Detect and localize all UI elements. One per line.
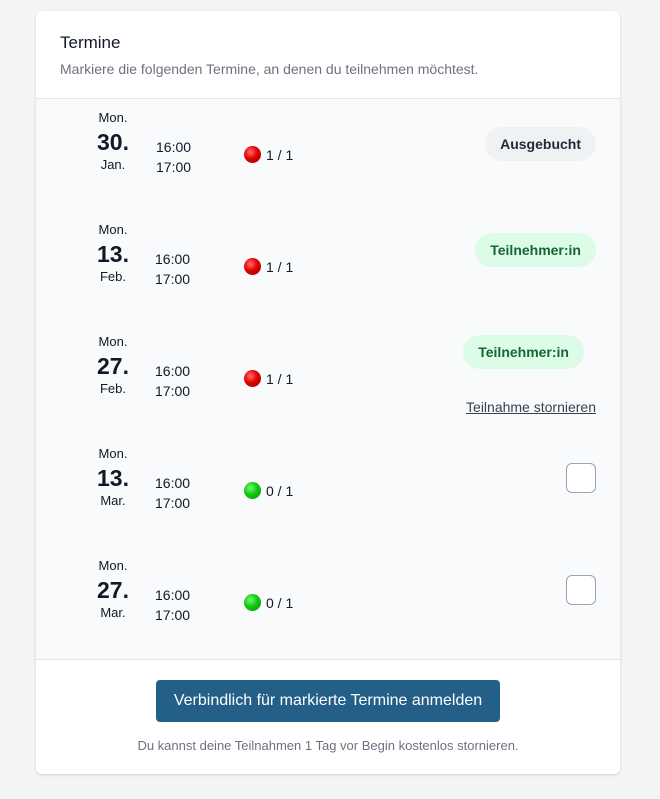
- full-status-dot-icon: [244, 146, 261, 163]
- slot-count-text: 1 / 1: [266, 258, 294, 275]
- appointment-date: Mon. 27. Mar.: [83, 559, 143, 620]
- month: Feb.: [99, 381, 126, 396]
- start-time: 16:00: [155, 475, 191, 491]
- card-title: Termine: [60, 33, 121, 52]
- appointment-time: 16:00 17:00: [155, 249, 190, 289]
- slot-count: 1 / 1: [244, 146, 293, 163]
- appointment-row: Mon. 27. Mar. 16:00 17:00 0 / 1: [36, 547, 620, 659]
- appointment-date: Mon. 27. Feb.: [83, 335, 143, 396]
- weekday: Mon.: [98, 558, 128, 573]
- weekday: Mon.: [98, 110, 128, 125]
- slot-count-text: 1 / 1: [266, 146, 294, 163]
- start-time: 16:00: [155, 363, 191, 379]
- slot-count-text: 0 / 1: [266, 594, 294, 611]
- appointment-date: Mon. 13. Feb.: [83, 223, 143, 284]
- card-subtitle: Markiere die folgenden Termine, an denen…: [60, 61, 479, 77]
- available-status-dot-icon: [244, 482, 261, 499]
- card-header: Termine Markiere die folgenden Termine, …: [36, 11, 620, 99]
- card-footer: Verbindlich für markierte Termine anmeld…: [36, 660, 620, 753]
- weekday: Mon.: [98, 334, 128, 349]
- slot-count: 0 / 1: [244, 594, 293, 611]
- appointment-row: Mon. 13. Feb. 16:00 17:00 1 / 1 Teilnehm…: [36, 211, 620, 323]
- month: Feb.: [99, 269, 126, 284]
- appointment-row: Mon. 30. Jan. 16:00 17:00 1 / 1 Ausgebuc…: [36, 99, 620, 211]
- day-number: 27.: [97, 353, 129, 379]
- appointment-row: Mon. 27. Feb. 16:00 17:00 1 / 1 Teilnehm…: [36, 323, 620, 435]
- weekday: Mon.: [98, 222, 128, 237]
- register-selected-button[interactable]: Verbindlich für markierte Termine anmeld…: [155, 680, 501, 722]
- end-time: 17:00: [155, 495, 191, 511]
- month: Mar.: [100, 605, 126, 620]
- participant-badge: Teilnehmer:in: [475, 233, 596, 267]
- appointment-list: Mon. 30. Jan. 16:00 17:00 1 / 1 Ausgebuc…: [36, 99, 620, 660]
- slot-count: 1 / 1: [244, 258, 293, 275]
- appointment-time: 16:00 17:00: [155, 361, 190, 401]
- weekday: Mon.: [98, 446, 128, 461]
- appointment-time: 16:00 17:00: [155, 473, 190, 513]
- slot-count-text: 0 / 1: [266, 482, 294, 499]
- appointment-date: Mon. 30. Jan.: [83, 111, 143, 172]
- slot-count: 1 / 1: [244, 370, 293, 387]
- status-badge: Ausgebucht: [485, 127, 596, 161]
- cancel-participation-link[interactable]: Teilnahme stornieren: [466, 399, 596, 415]
- available-status-dot-icon: [244, 594, 261, 611]
- month: Jan.: [100, 157, 126, 172]
- end-time: 17:00: [155, 383, 191, 399]
- day-number: 27.: [97, 577, 129, 603]
- end-time: 17:00: [155, 271, 191, 287]
- full-status-dot-icon: [244, 370, 261, 387]
- slot-count: 0 / 1: [244, 482, 293, 499]
- cancellation-note: Du kannst deine Teilnahmen 1 Tag vor Beg…: [137, 738, 519, 753]
- select-appointment-checkbox[interactable]: [566, 575, 596, 605]
- appointments-card: Termine Markiere die folgenden Termine, …: [36, 11, 620, 774]
- day-number: 30.: [97, 129, 129, 155]
- participant-badge: Teilnehmer:in: [463, 335, 584, 369]
- day-number: 13.: [97, 241, 129, 267]
- select-appointment-checkbox[interactable]: [566, 463, 596, 493]
- end-time: 17:00: [156, 159, 192, 175]
- start-time: 16:00: [155, 251, 191, 267]
- appointment-row: Mon. 13. Mar. 16:00 17:00 0 / 1: [36, 435, 620, 547]
- appointment-time: 16:00 17:00: [156, 137, 191, 177]
- slot-count-text: 1 / 1: [266, 370, 294, 387]
- day-number: 13.: [97, 465, 129, 491]
- appointment-date: Mon. 13. Mar.: [83, 447, 143, 508]
- month: Mar.: [100, 493, 126, 508]
- full-status-dot-icon: [244, 258, 261, 275]
- end-time: 17:00: [155, 607, 191, 623]
- appointment-time: 16:00 17:00: [155, 585, 190, 625]
- start-time: 16:00: [156, 139, 192, 155]
- start-time: 16:00: [155, 587, 191, 603]
